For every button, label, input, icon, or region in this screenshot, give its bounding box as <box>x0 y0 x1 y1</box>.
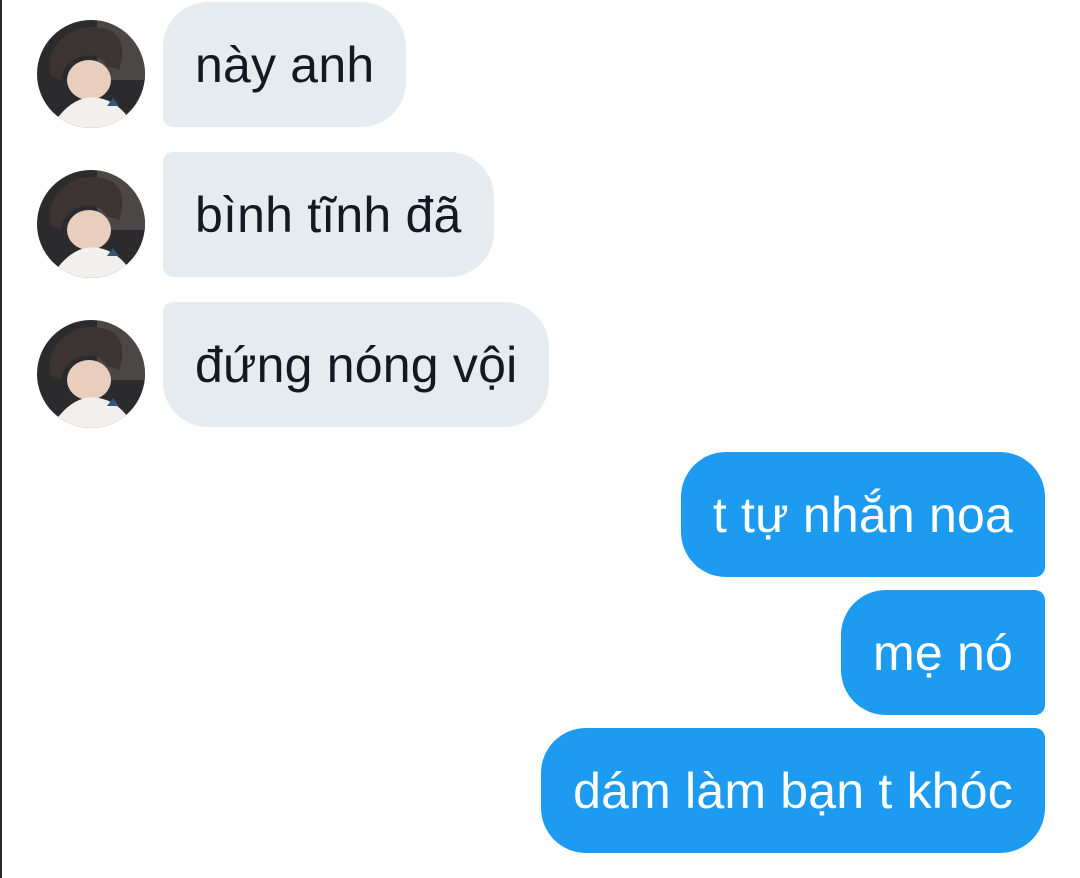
message-text: đứng nóng vội <box>195 336 518 393</box>
received-bubble[interactable]: bình tĩnh đã <box>163 152 494 277</box>
avatar[interactable] <box>37 320 145 428</box>
profile-photo-icon <box>37 20 145 128</box>
avatar[interactable] <box>37 20 145 128</box>
message-text: bình tĩnh đã <box>195 186 462 243</box>
profile-photo-icon <box>37 170 145 278</box>
screen-edge <box>0 0 2 878</box>
message-text: t tự nhắn noa <box>712 486 1013 543</box>
sent-bubble[interactable]: dám làm bạn t khóc <box>541 728 1045 853</box>
message-text: này anh <box>195 36 375 93</box>
profile-photo-icon <box>37 320 145 428</box>
received-bubble[interactable]: này anh <box>163 2 407 127</box>
message-text: dám làm bạn t khóc <box>573 762 1013 819</box>
sent-bubble[interactable]: t tự nhắn noa <box>680 452 1045 577</box>
sent-bubble[interactable]: mẹ nó <box>841 590 1045 715</box>
message-text: mẹ nó <box>873 624 1013 681</box>
received-bubble[interactable]: đứng nóng vội <box>163 302 550 427</box>
avatar[interactable] <box>37 170 145 278</box>
